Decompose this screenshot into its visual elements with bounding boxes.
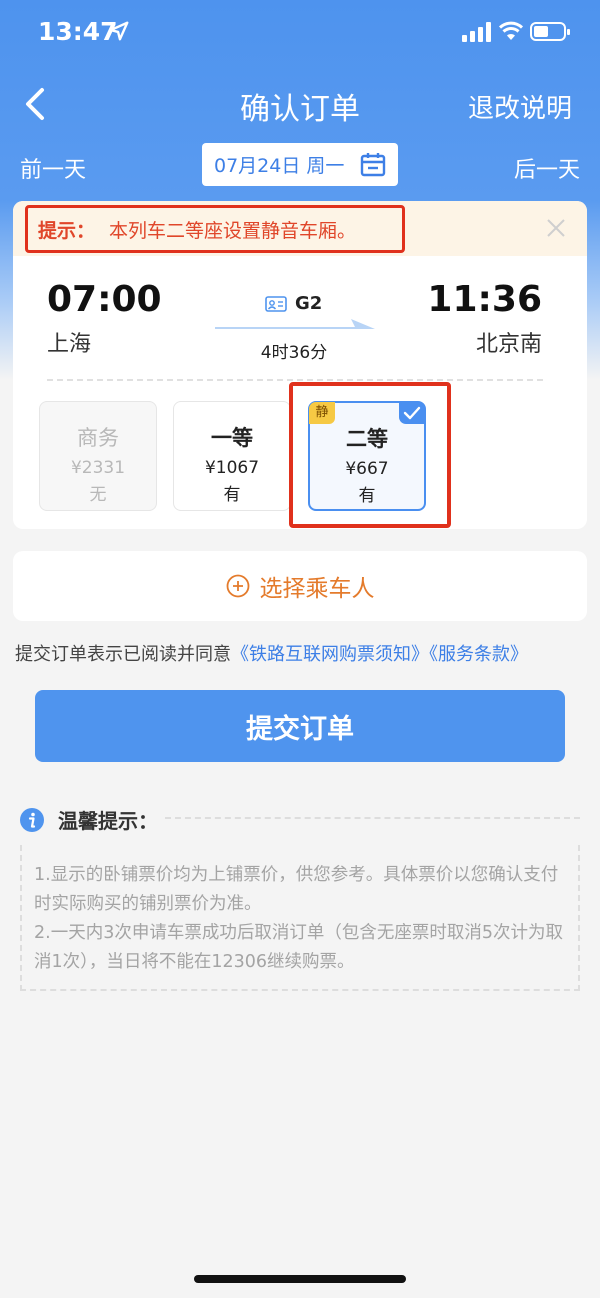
divider (47, 379, 543, 381)
notice-bar: 提示： 本列车二等座设置静音车厢。 (13, 201, 587, 256)
select-passenger-button[interactable]: 选择乘车人 (13, 551, 587, 621)
notice-label: 提示： (38, 219, 96, 242)
arrival-time: 11:36 (427, 279, 542, 320)
tip-line-1: 1.显示的卧铺票价均为上铺票价，供您参考。具体票价以您确认支付时实际购买的铺别票… (34, 865, 559, 914)
seat-price: ¥1067 (204, 458, 260, 478)
battery-icon (530, 22, 570, 41)
wifi-icon (498, 21, 524, 40)
seat-availability: 有 (223, 485, 241, 505)
terms-of-service-link[interactable]: 《服务条款》 (429, 644, 528, 665)
seat-availability: 无 (89, 485, 107, 505)
seat-option-first-class[interactable]: 一等 ¥1067 有 (173, 401, 291, 511)
train-number-text: G2 (295, 293, 323, 314)
route-arrow-icon (215, 319, 375, 329)
train-number[interactable]: G2 (265, 293, 322, 314)
close-icon[interactable] (545, 217, 567, 239)
location-arrow-icon (109, 21, 129, 41)
id-card-icon (265, 295, 287, 312)
next-day-button[interactable]: 后一天 (514, 152, 580, 184)
add-circle-icon (226, 574, 249, 598)
refund-change-info-link[interactable]: 退改说明 (468, 88, 572, 125)
cellular-signal-icon (462, 22, 491, 42)
arrival-station: 北京南 (475, 332, 542, 357)
submit-order-button[interactable]: 提交订单 (35, 690, 565, 762)
calendar-icon (360, 153, 386, 177)
tips-content: 1.显示的卧铺票价均为上铺票价，供您参考。具体票价以您确认支付时实际购买的铺别票… (20, 845, 580, 991)
seat-option-business[interactable]: 商务 ¥2331 无 (39, 401, 157, 511)
ticket-notice-link[interactable]: 《铁路互联网购票须知》 (231, 644, 429, 665)
status-time: 13:47 (38, 17, 118, 46)
status-bar: 13:47 (0, 0, 600, 64)
tips-header: 温馨提示： (20, 805, 158, 834)
agreement-text: 提交订单表示已阅读并同意《铁路互联网购票须知》《服务条款》 (15, 640, 528, 666)
seat-price: ¥2331 (70, 458, 126, 478)
date-picker-button[interactable]: 07月24日 周一 (202, 143, 398, 186)
select-passenger-label: 选择乘车人 (259, 576, 375, 602)
agreement-prefix: 提交订单表示已阅读并同意 (15, 644, 231, 665)
notice-text: 本列车二等座设置静音车厢。 (109, 219, 357, 242)
tips-title: 温馨提示： (58, 809, 158, 833)
quiet-car-notice: 提示： 本列车二等座设置静音车厢。 (25, 205, 405, 253)
selected-seat-highlight (289, 382, 451, 528)
info-icon (20, 807, 44, 832)
seat-name: 商务 (77, 426, 119, 450)
home-indicator (194, 1275, 406, 1283)
tip-line-2: 2.一天内3次申请车票成功后取消订单（包含无座票时取消5次计为取消1次），当日将… (34, 923, 563, 972)
train-info-card: 提示： 本列车二等座设置静音车厢。 07:00 上海 G2 4时36分 11:3… (13, 201, 587, 529)
tips-header-divider (165, 817, 580, 819)
departure-time: 07:00 (47, 279, 162, 320)
selected-date: 07月24日 周一 (214, 155, 345, 177)
prev-day-button[interactable]: 前一天 (20, 152, 86, 184)
seat-name: 一等 (211, 426, 253, 450)
